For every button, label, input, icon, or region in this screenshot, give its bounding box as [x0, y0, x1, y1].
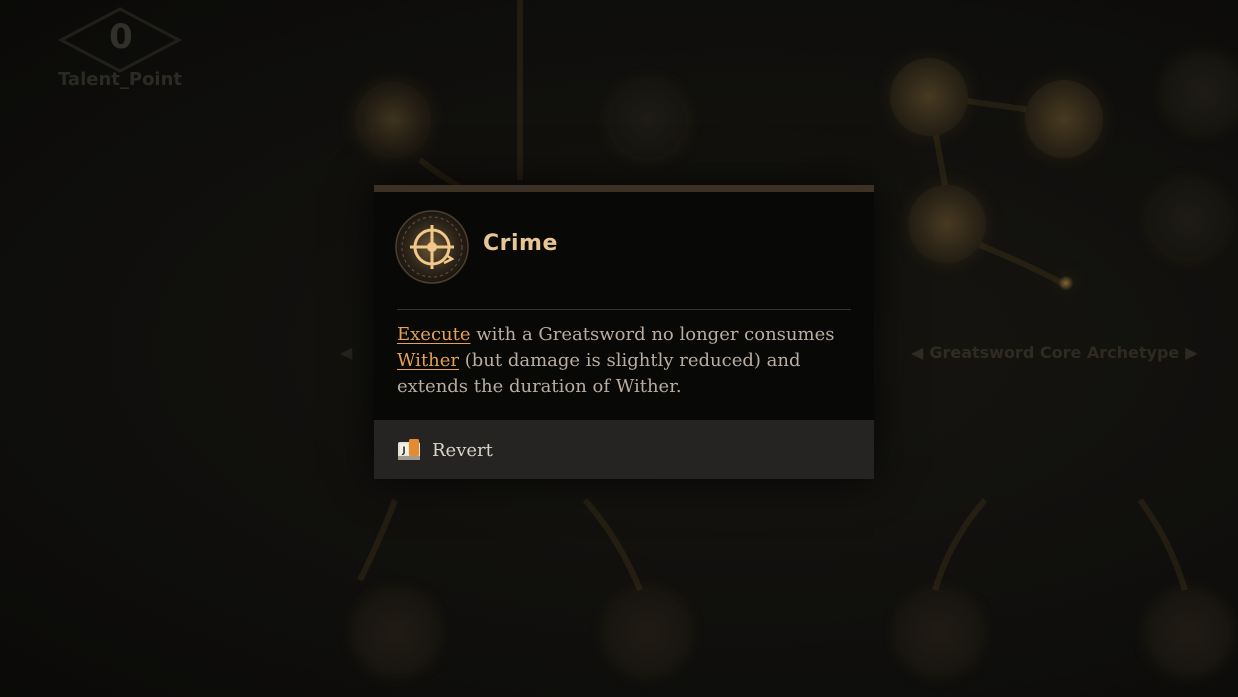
- revert-action-bar[interactable]: J Revert: [374, 420, 874, 479]
- divider: [397, 309, 851, 310]
- keyword-execute-link[interactable]: Execute: [397, 324, 471, 345]
- skill-title: Crime: [483, 231, 558, 256]
- revert-book-icon: J: [397, 438, 421, 462]
- keyword-wither-link[interactable]: Wither: [397, 350, 459, 371]
- skill-description: Execute with a Greatsword no longer cons…: [397, 322, 857, 400]
- revert-button[interactable]: Revert: [432, 440, 552, 464]
- description-text: with a Greatsword no longer consumes: [470, 324, 835, 345]
- tooltip-accent-bar: [374, 185, 874, 192]
- crosshair-emblem-icon: [394, 209, 470, 285]
- talent-tooltip: Crime Execute with a Greatsword no longe…: [374, 185, 874, 479]
- svg-text:J: J: [401, 446, 405, 456]
